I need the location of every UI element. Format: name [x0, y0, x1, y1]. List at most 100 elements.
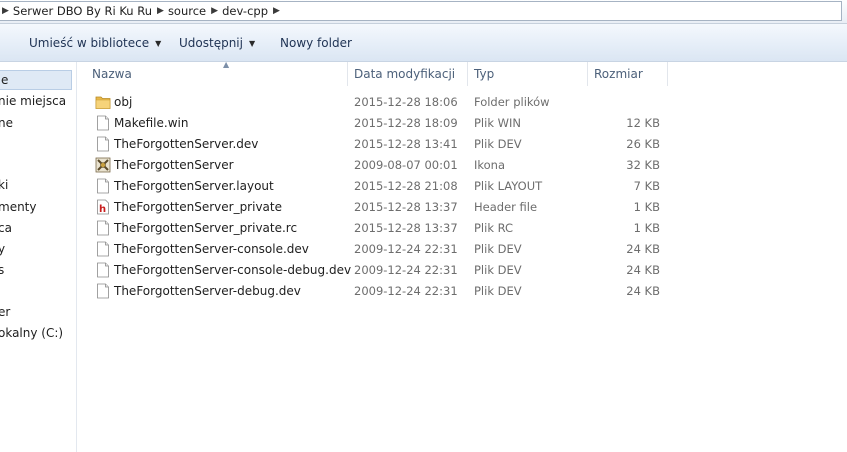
- file-row[interactable]: TheForgottenServer-debug.dev 2009-12-24 2…: [76, 281, 676, 302]
- breadcrumb-segment[interactable]: dev-cpp: [222, 2, 268, 20]
- file-name: TheForgottenServer-console-debug.dev: [114, 263, 352, 277]
- chevron-right-icon[interactable]: ▶: [206, 2, 222, 20]
- column-header-label: Nazwa: [92, 67, 132, 81]
- file-type: Plik WIN: [474, 116, 522, 130]
- chevron-down-icon: ▼: [248, 39, 256, 48]
- file-size: 12 KB: [626, 116, 660, 130]
- nav-item[interactable]: ki: [0, 175, 8, 195]
- file-row[interactable]: TheForgottenServer_private.rc 2015-12-28 …: [76, 218, 676, 239]
- nav-item[interactable]: e: [0, 70, 72, 90]
- file-name: TheForgottenServer_private.rc: [114, 221, 298, 235]
- share-label: Udostępnij: [179, 36, 243, 50]
- navigation-pane: e nie miejsca ne ki menty ca y s er okal…: [0, 62, 77, 452]
- file-type: Plik LAYOUT: [474, 179, 543, 193]
- nav-item[interactable]: ne: [0, 113, 13, 133]
- include-in-library-button[interactable]: Umieść w bibliotece ▼: [29, 36, 161, 50]
- file-row[interactable]: TheForgottenServer.layout 2015-12-28 21:0…: [76, 176, 676, 197]
- breadcrumb-segment[interactable]: Serwer DBO By Ri Ku Ru: [13, 2, 152, 20]
- file-icon: [95, 136, 111, 152]
- file-row[interactable]: obj 2015-12-28 18:06 Folder plików: [76, 92, 676, 113]
- file-date: 2015-12-28 13:37: [354, 221, 458, 235]
- file-icon: [95, 115, 111, 131]
- nav-item[interactable]: okalny (C:): [0, 323, 63, 343]
- header-file-icon: h: [95, 199, 111, 215]
- file-date: 2015-12-28 13:37: [354, 200, 458, 214]
- file-icon: [95, 262, 111, 278]
- nav-item[interactable]: s: [0, 260, 4, 280]
- file-name: TheForgottenServer_private: [114, 200, 282, 214]
- chevron-right-icon[interactable]: ▶: [152, 2, 168, 20]
- file-row[interactable]: TheForgottenServer.dev 2015-12-28 13:41 Pl…: [76, 134, 676, 155]
- file-size: [584, 92, 660, 113]
- file-name: TheForgottenServer-console.dev: [114, 242, 309, 256]
- file-date: 2009-12-24 22:31: [354, 263, 458, 277]
- file-icon: [95, 178, 111, 194]
- file-type: Plik DEV: [474, 284, 522, 298]
- include-in-library-label: Umieść w bibliotece: [29, 36, 150, 50]
- sort-up-icon: ▲: [223, 60, 230, 69]
- file-size: 24 KB: [626, 284, 660, 298]
- column-header-label: Data modyfikacji: [354, 67, 456, 81]
- command-bar: Umieść w bibliotece ▼ Udostępnij ▼ Nowy fo…: [0, 24, 847, 62]
- nav-item[interactable]: menty: [0, 197, 36, 217]
- column-headers: Nazwa ▲ Data modyfikacji Typ Rozmiar: [76, 60, 676, 86]
- file-name: TheForgottenServer: [114, 158, 234, 172]
- file-name: Makefile.win: [114, 116, 189, 130]
- file-type: Plik DEV: [474, 242, 522, 256]
- file-name: TheForgottenServer-debug.dev: [114, 284, 301, 298]
- file-date: 2015-12-28 13:41: [354, 137, 458, 151]
- file-name: TheForgottenServer.layout: [114, 179, 274, 193]
- file-name: obj: [114, 95, 133, 109]
- file-row[interactable]: TheForgottenServer 2009-08-07 00:01 Ikona 3…: [76, 155, 676, 176]
- svg-text:h: h: [99, 204, 106, 215]
- file-size: 24 KB: [626, 263, 660, 277]
- file-size: 1 KB: [633, 221, 660, 235]
- file-type: Header file: [474, 200, 538, 214]
- breadcrumb[interactable]: ▶ Serwer DBO By Ri Ku Ru ▶ source ▶ dev-…: [0, 1, 842, 21]
- column-header-size[interactable]: Rozmiar: [588, 62, 668, 86]
- file-type: Plik DEV: [474, 263, 522, 277]
- column-header-label: Rozmiar: [594, 67, 643, 81]
- folder-icon: [95, 94, 111, 110]
- breadcrumb-segment[interactable]: source: [168, 2, 206, 20]
- file-date: 2009-12-24 22:31: [354, 284, 458, 298]
- file-size: 7 KB: [633, 179, 660, 193]
- share-button[interactable]: Udostępnij ▼: [179, 36, 255, 50]
- chevron-right-icon[interactable]: ▶: [0, 2, 13, 20]
- file-type: Plik DEV: [474, 137, 522, 151]
- nav-item[interactable]: y: [0, 239, 5, 259]
- file-row[interactable]: h TheForgottenServer_private 2015-12-28 13…: [76, 197, 676, 218]
- file-icon: [95, 241, 111, 257]
- app-icon: [95, 157, 111, 173]
- file-size: 26 KB: [626, 137, 660, 151]
- file-size: 32 KB: [626, 158, 660, 172]
- chevron-down-icon: ▼: [155, 39, 162, 48]
- nav-item[interactable]: ca: [0, 218, 12, 238]
- file-row[interactable]: TheForgottenServer-console-debug.dev 2009…: [76, 260, 676, 281]
- file-date: 2009-12-24 22:31: [354, 242, 458, 256]
- column-header-label: Typ: [474, 67, 495, 81]
- file-date: 2009-08-07 00:01: [354, 158, 458, 172]
- file-date: 2015-12-28 18:06: [354, 95, 458, 109]
- file-row[interactable]: TheForgottenServer-console.dev 2009-12-24…: [76, 239, 676, 260]
- file-icon: [95, 283, 111, 299]
- file-list: Nazwa ▲ Data modyfikacji Typ Rozmiar obj…: [76, 60, 847, 452]
- column-header-name[interactable]: Nazwa ▲: [86, 60, 348, 86]
- file-type: Plik RC: [474, 221, 514, 235]
- nav-item[interactable]: nie miejsca: [0, 91, 66, 111]
- file-type: Ikona: [474, 158, 506, 172]
- file-name: TheForgottenServer.dev: [114, 137, 259, 151]
- column-header-type[interactable]: Typ: [468, 62, 588, 86]
- new-folder-button[interactable]: Nowy folder: [280, 36, 352, 50]
- address-bar: ▶ Serwer DBO By Ri Ku Ru ▶ source ▶ dev-…: [0, 0, 847, 24]
- file-date: 2015-12-28 21:08: [354, 179, 458, 193]
- file-size: 24 KB: [626, 242, 660, 256]
- chevron-right-icon[interactable]: ▶: [268, 2, 284, 20]
- column-header-date[interactable]: Data modyfikacji: [348, 62, 468, 86]
- file-date: 2015-12-28 18:09: [354, 116, 458, 130]
- file-type: Folder plików: [474, 95, 550, 109]
- file-size: 1 KB: [633, 200, 660, 214]
- file-icon: [95, 220, 111, 236]
- nav-item[interactable]: er: [0, 302, 10, 322]
- file-row[interactable]: Makefile.win 2015-12-28 18:09 Plik WIN 12 K…: [76, 113, 676, 134]
